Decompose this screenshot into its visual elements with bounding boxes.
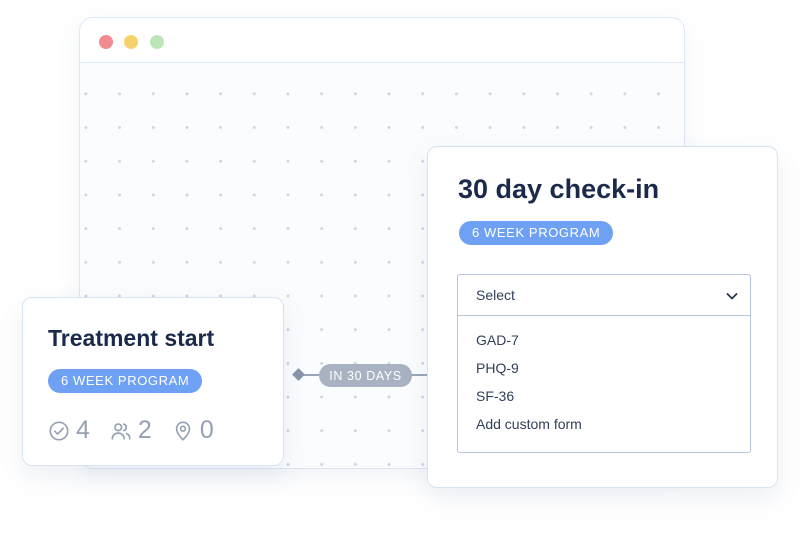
window-titlebar <box>80 18 684 63</box>
map-pin-icon <box>175 420 191 441</box>
connector-label[interactable]: IN 30 DAYS <box>319 364 412 387</box>
option-gad-7[interactable]: GAD-7 <box>476 330 519 350</box>
check-in-card[interactable]: 30 day check-in 6 WEEK PROGRAM Select GA… <box>427 146 778 488</box>
select-trigger[interactable]: Select <box>458 275 750 316</box>
card-title: 30 day check-in <box>458 174 660 204</box>
program-badge: 6 WEEK PROGRAM <box>459 221 614 245</box>
option-phq-9[interactable]: PHQ-9 <box>476 358 519 378</box>
option-sf-36[interactable]: SF-36 <box>476 386 514 406</box>
close-window-dot[interactable] <box>99 35 113 49</box>
minimize-window-dot[interactable] <box>124 35 138 49</box>
locations-count: 0 <box>199 416 214 444</box>
locations-stat: 0 <box>172 416 214 445</box>
maximize-window-dot[interactable] <box>150 35 164 49</box>
people-count: 2 <box>137 416 152 444</box>
checks-count: 4 <box>76 416 90 444</box>
check-circle-icon <box>49 420 69 441</box>
stage: IN 30 DAYS Treatment start 6 WEEK PROGRA… <box>0 0 800 537</box>
program-badge: 6 WEEK PROGRAM <box>48 369 203 393</box>
people-stat: 2 <box>110 416 152 445</box>
select-options: GAD-7 PHQ-9 SF-36 Add custom form <box>458 316 750 452</box>
chevron-down-icon[interactable] <box>724 288 740 304</box>
checks-stat: 4 <box>48 416 90 445</box>
treatment-start-card[interactable]: Treatment start 6 WEEK PROGRAM 4 2 0 <box>22 297 284 466</box>
card-title: Treatment start <box>48 325 215 351</box>
form-select[interactable]: Select GAD-7 PHQ-9 SF-36 Add custom form <box>457 274 751 453</box>
select-value: Select <box>476 287 515 303</box>
card-stats: 4 2 0 <box>48 416 234 445</box>
option-add-custom-form[interactable]: Add custom form <box>476 414 582 434</box>
users-icon <box>111 422 131 440</box>
